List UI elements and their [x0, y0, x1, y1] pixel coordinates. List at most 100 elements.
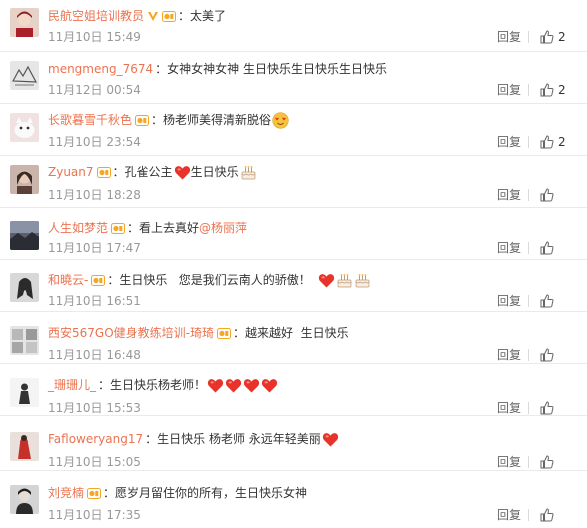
username[interactable]: Zyuan7 — [48, 164, 94, 180]
reply-button[interactable]: 回复 — [497, 83, 521, 97]
comment-text: 女神女神女神 生日快乐生日快乐生日快乐 — [167, 62, 387, 76]
comment-text: 太美了 — [190, 9, 227, 23]
reply-button[interactable]: 回复 — [497, 241, 521, 255]
username[interactable]: 西安567GO健身教练培训-琦琦 — [48, 325, 214, 341]
verified-v-icon — [147, 10, 159, 22]
comment-text-2: 生日快乐 — [190, 165, 239, 179]
like-button[interactable] — [540, 240, 554, 256]
like-button[interactable]: 2 — [540, 29, 566, 45]
reply-button[interactable]: 回复 — [497, 30, 521, 44]
avatar[interactable] — [10, 61, 39, 90]
timestamp: 11月12日 00:54 — [48, 83, 141, 97]
username[interactable]: 长歌暮雪千秋色 — [48, 112, 132, 128]
heart-icon — [318, 272, 335, 289]
timestamp: 11月10日 17:47 — [48, 241, 141, 255]
like-button[interactable] — [540, 454, 554, 470]
divider — [528, 295, 529, 307]
comment-text: 越来越好 生日快乐 — [245, 326, 349, 340]
thumbs-up-icon — [540, 508, 554, 522]
username[interactable]: Fafloweryang17 — [48, 431, 143, 447]
timestamp: 11月10日 16:48 — [48, 348, 141, 362]
reply-button[interactable]: 回复 — [497, 294, 521, 308]
comment-item: 民航空姐培训教员 ： 太美了 11月10日 15:49 回复 2 — [0, 0, 587, 52]
like-button[interactable] — [540, 293, 554, 309]
divider — [528, 136, 529, 148]
like-count: 2 — [558, 30, 566, 44]
reply-button[interactable]: 回复 — [497, 401, 521, 415]
username[interactable]: 人生如梦范 — [48, 220, 108, 236]
thumbs-up-icon — [540, 348, 554, 362]
member-badge-icon — [216, 327, 231, 339]
username[interactable]: 刘竞楠 — [48, 485, 84, 501]
timestamp: 11月10日 16:51 — [48, 294, 141, 308]
avatar[interactable] — [10, 378, 39, 407]
comment-text: 孔雀公主 — [124, 165, 173, 179]
username[interactable]: _珊珊儿_ — [48, 377, 96, 393]
divider — [528, 31, 529, 43]
avatar[interactable] — [10, 273, 39, 302]
thumbs-up-icon — [540, 135, 554, 149]
comment-item: 人生如梦范 ： 看上去真好 @杨丽萍 11月10日 17:47 回复 — [0, 208, 587, 260]
like-button[interactable]: 2 — [540, 82, 566, 98]
timestamp: 11月10日 15:53 — [48, 401, 141, 415]
timestamp: 11月10日 17:35 — [48, 508, 141, 522]
reply-button[interactable]: 回复 — [497, 188, 521, 202]
love-face-icon — [272, 111, 289, 129]
heart-icon — [174, 164, 191, 181]
like-button[interactable] — [540, 400, 554, 416]
mention-link[interactable]: @杨丽萍 — [199, 220, 247, 236]
divider — [528, 189, 529, 201]
comment-text: 看上去真好 — [139, 221, 200, 235]
username[interactable]: 和曉云- — [48, 272, 88, 288]
member-badge-icon — [91, 274, 106, 286]
like-button[interactable]: 2 — [540, 134, 566, 150]
divider — [528, 509, 529, 521]
thumbs-up-icon — [540, 241, 554, 255]
comment-item: Fafloweryang17 ： 生日快乐 杨老师 永远年轻美丽 11月10日 … — [0, 416, 587, 471]
comment-text: 生日快乐 杨老师 永远年轻美丽 — [157, 432, 321, 446]
divider — [528, 242, 529, 254]
avatar[interactable] — [10, 432, 39, 461]
thumbs-up-icon — [540, 401, 554, 415]
avatar[interactable] — [10, 485, 39, 514]
reply-button[interactable]: 回复 — [497, 508, 521, 522]
heart-icon — [322, 431, 339, 448]
reply-button[interactable]: 回复 — [497, 348, 521, 362]
member-badge-icon — [96, 166, 111, 178]
avatar[interactable] — [10, 113, 39, 142]
thumbs-up-icon — [540, 294, 554, 308]
like-button[interactable] — [540, 187, 554, 203]
comment-item: 西安567GO健身教练培训-琦琦 ： 越来越好 生日快乐 11月10日 16:4… — [0, 312, 587, 364]
thumbs-up-icon — [540, 83, 554, 97]
avatar[interactable] — [10, 165, 39, 194]
comment-item: 长歌暮雪千秋色 ： 杨老师美得清新脱俗 11月10日 23:54 回复 2 — [0, 104, 587, 156]
username[interactable]: mengmeng_7674 — [48, 61, 153, 77]
comment-text: 愿岁月留住你的所有，生日快乐女神 — [115, 486, 308, 500]
avatar[interactable] — [10, 326, 39, 355]
avatar[interactable] — [10, 8, 39, 37]
username[interactable]: 民航空姐培训教员 — [48, 8, 144, 24]
comment-item: 刘竞楠 ： 愿岁月留住你的所有，生日快乐女神 11月10日 17:35 回复 — [0, 471, 587, 528]
heart-icon — [207, 377, 224, 394]
reply-button[interactable]: 回复 — [497, 135, 521, 149]
avatar[interactable] — [10, 221, 39, 250]
comment-item: mengmeng_7674 ： 女神女神女神 生日快乐生日快乐生日快乐 11月1… — [0, 52, 587, 104]
member-badge-icon — [162, 10, 177, 22]
comment-item: 和曉云- ： 生日快乐 您是我们云南人的骄傲！ 11月10日 16:51 回复 — [0, 260, 587, 312]
cake-icon — [240, 164, 257, 181]
thumbs-up-icon — [540, 188, 554, 202]
cake-icon — [354, 272, 371, 289]
comment-item: _珊珊儿_ ： 生日快乐杨老师！ 11月10日 15:53 回复 — [0, 364, 587, 416]
member-badge-icon — [111, 222, 126, 234]
divider — [528, 349, 529, 361]
thumbs-up-icon — [540, 455, 554, 469]
like-button[interactable] — [540, 507, 554, 523]
like-button[interactable] — [540, 347, 554, 363]
timestamp: 11月10日 18:28 — [48, 188, 141, 202]
cake-icon — [336, 272, 353, 289]
reply-button[interactable]: 回复 — [497, 455, 521, 469]
timestamp: 11月10日 15:05 — [48, 455, 141, 469]
thumbs-up-icon — [540, 30, 554, 44]
comment-text: 生日快乐杨老师！ — [110, 378, 207, 392]
heart-icon — [261, 377, 278, 394]
